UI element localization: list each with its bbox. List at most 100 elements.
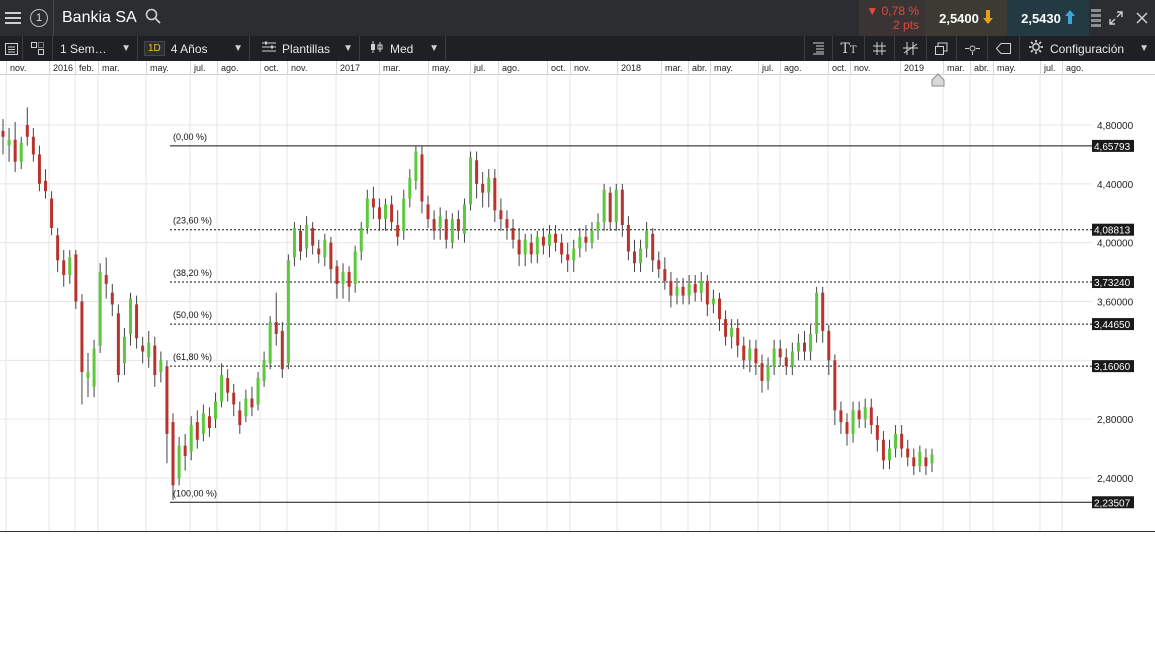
time-axis-separator: [710, 61, 711, 75]
chevron-down-icon: ▼: [1139, 43, 1149, 54]
candle-body: [262, 360, 266, 381]
time-axis-label: mar.: [383, 63, 401, 73]
candle-body: [390, 204, 394, 223]
text-size-icon[interactable]: TT: [833, 36, 865, 61]
candle-body: [62, 260, 66, 276]
candle-body: [98, 272, 102, 346]
candle-body: [438, 216, 442, 228]
candle-body: [809, 333, 813, 352]
scroll-marker-icon[interactable]: [931, 73, 945, 87]
eraser-icon[interactable]: [988, 36, 1020, 61]
candle-body: [475, 160, 479, 184]
time-axis-separator: [661, 61, 662, 75]
templates-icon: [250, 41, 282, 56]
time-axis-label: jul.: [474, 63, 486, 73]
drawing-icon[interactable]: [895, 36, 927, 61]
candle-body: [894, 433, 898, 449]
time-axis-separator: [688, 61, 689, 75]
change-points: 2 pts: [892, 18, 919, 32]
candle-body: [742, 345, 746, 361]
time-axis-separator: [970, 61, 971, 75]
time-axis-label: ago.: [221, 63, 239, 73]
templates-select[interactable]: Plantillas ▼: [250, 36, 360, 61]
info-glyph: 1: [30, 9, 48, 27]
time-axis-separator: [217, 61, 218, 75]
close-icon[interactable]: [1129, 12, 1155, 24]
candle-body: [711, 298, 715, 305]
candle-body: [535, 236, 539, 255]
candle-body: [596, 222, 600, 231]
candle-body: [760, 363, 764, 381]
time-axis-label: may.: [714, 63, 733, 73]
candle-body: [912, 457, 916, 467]
candle-body: [736, 327, 740, 346]
time-axis-separator: [260, 61, 261, 75]
candle-body: [687, 283, 691, 296]
chevron-down-icon: ▼: [429, 43, 439, 54]
price-chart[interactable]: (0,00 %) 4,65793 (23,60 %) 4,08813 (38,20 %)…: [0, 75, 1155, 532]
expand-icon[interactable]: [1103, 11, 1129, 25]
candle-body: [645, 230, 649, 249]
interval-badge: 1D: [144, 41, 165, 56]
menu-icon[interactable]: [0, 0, 26, 36]
price-tick-label: 3,60000: [1097, 298, 1134, 309]
time-axis-separator: [828, 61, 829, 75]
layout-icon[interactable]: [23, 36, 53, 61]
interval-select[interactable]: 1 Sem… ▼: [53, 36, 138, 61]
time-axis-separator: [780, 61, 781, 75]
fib-level-label: (61,80 %): [173, 352, 212, 362]
candle-body: [25, 125, 29, 137]
settings-menu[interactable]: Configuración ▼: [1020, 36, 1155, 61]
chevron-down-icon: ▼: [121, 43, 131, 54]
candle-body: [384, 204, 388, 220]
search-icon[interactable]: [145, 8, 161, 29]
list-icon[interactable]: [0, 36, 23, 61]
candle-body: [189, 425, 193, 452]
candle-body: [906, 448, 910, 458]
candle-body: [887, 448, 891, 461]
candle-body: [851, 410, 855, 434]
candle-body: [129, 298, 133, 334]
candle-body: [754, 348, 758, 364]
chevron-down-icon: ▼: [233, 43, 243, 54]
fib-level-label: (100,00 %): [173, 488, 217, 498]
candle-body: [748, 348, 752, 361]
indicator-icon[interactable]: [804, 36, 833, 61]
info-icon[interactable]: 1: [26, 0, 52, 36]
candle-body: [900, 433, 904, 449]
candle-body: [19, 142, 23, 162]
candle-body: [833, 360, 837, 411]
candle-body: [256, 377, 260, 405]
arrow-down-icon: [982, 9, 993, 27]
time-axis-label: oct.: [551, 63, 566, 73]
price-type-select[interactable]: Med ▼: [360, 36, 446, 61]
symbol-box[interactable]: Bankia SA: [53, 0, 859, 36]
sell-button[interactable]: 2,5400: [925, 0, 1007, 36]
volume-icon: [1089, 0, 1103, 36]
candle-body: [450, 219, 454, 243]
time-axis-label: mar.: [102, 63, 120, 73]
top-bar: 1 Bankia SA ▼ 0,78 % 2 pts 2,5400 2,5430: [0, 0, 1155, 36]
candle-body: [493, 177, 497, 211]
grid-icon[interactable]: [865, 36, 895, 61]
candle-body: [821, 292, 825, 331]
candle-body: [517, 239, 521, 255]
fibonacci-retracement[interactable]: (0,00 %) 4,65793 (23,60 %) 4,08813 (38,20 %)…: [170, 132, 1134, 509]
range-select[interactable]: 1D 4 Años ▼: [138, 36, 250, 61]
candle-body: [584, 236, 588, 243]
buy-button[interactable]: 2,5430: [1007, 0, 1089, 36]
window-controls: [1089, 0, 1155, 36]
candle-body: [37, 154, 41, 184]
time-axis-label: nov.: [854, 63, 871, 73]
candle-body: [918, 451, 922, 467]
windows-icon[interactable]: [927, 36, 957, 61]
range-label: 4 Años: [170, 41, 208, 56]
candle-body: [772, 348, 776, 367]
time-axis-label: feb.: [79, 63, 95, 73]
candle-body: [274, 322, 278, 334]
fib-price-tag-label: 3,16060: [1094, 362, 1131, 373]
candle-body: [481, 183, 485, 193]
candle-body: [730, 327, 734, 337]
crosshair-icon[interactable]: [957, 36, 988, 61]
time-axis-separator: [498, 61, 499, 75]
